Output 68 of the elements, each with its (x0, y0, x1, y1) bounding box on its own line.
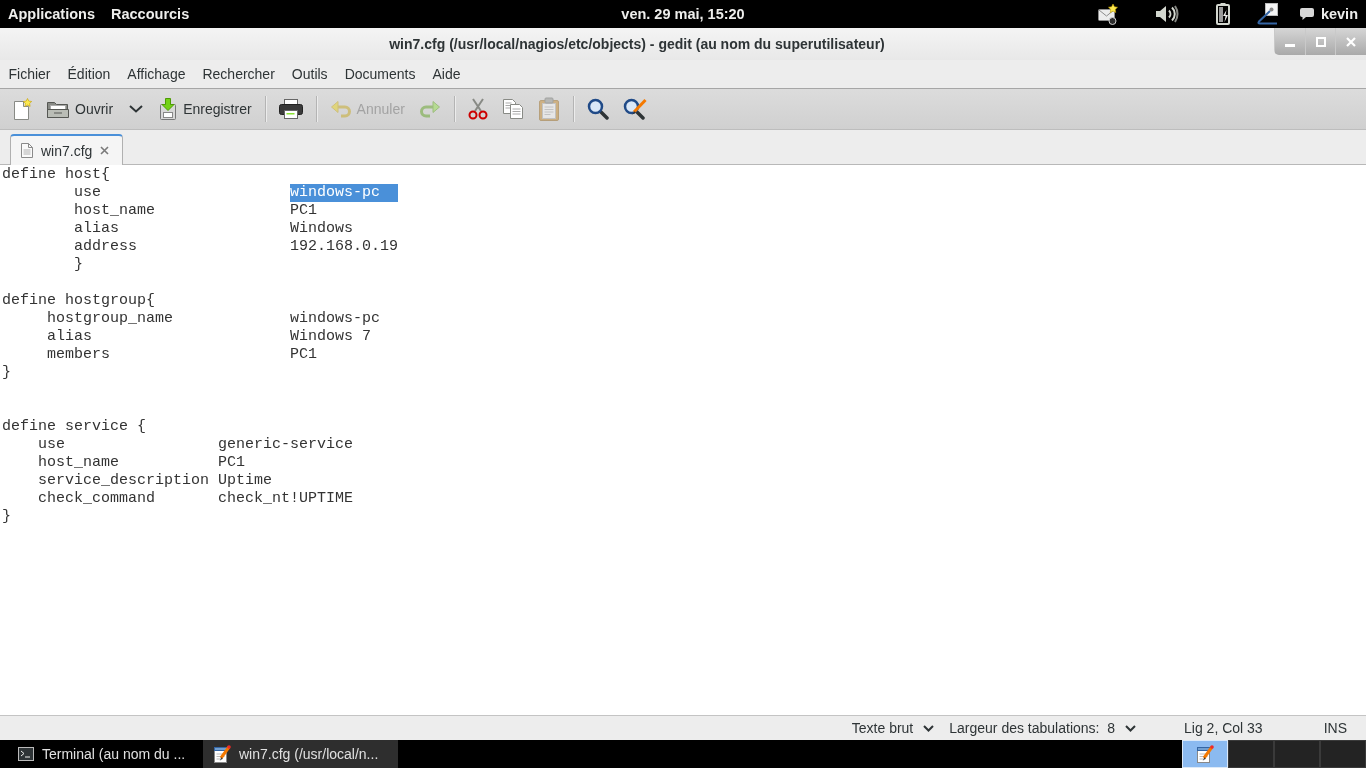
notepad-pencil-icon (1196, 745, 1214, 763)
terminal-icon (18, 747, 34, 761)
maximize-button[interactable] (1304, 28, 1336, 55)
folder-icon (46, 99, 70, 119)
tab-width-selector[interactable]: Largeur des tabulations: 8 (949, 720, 1137, 736)
code-line: define service { (2, 418, 147, 436)
menu-item[interactable]: Documents (336, 60, 424, 88)
language-selector[interactable]: Texte brut (851, 720, 935, 736)
code-line: } (2, 508, 11, 526)
window-title: win7.cfg (/usr/local/nagios/etc/objects) - gedit (au nom du superutilisateur) (389, 36, 885, 52)
cable-icon[interactable] (1255, 3, 1278, 25)
undo-icon (329, 100, 352, 118)
notepad-pencil-icon (213, 745, 231, 763)
user-menu[interactable]: kevin (1299, 4, 1358, 24)
menu-item[interactable]: Rechercher (193, 60, 284, 88)
file-tab[interactable]: win7.cfg (10, 134, 124, 165)
code-line: check_command check_nt!UPTIME (38, 490, 354, 508)
top-bar-menu[interactable]: Applications (8, 4, 95, 24)
save-button[interactable]: Enregistrer (151, 92, 259, 126)
menu-item[interactable]: Affichage (118, 60, 194, 88)
menu-item[interactable]: Aide (423, 60, 469, 88)
volume-icon[interactable] (1154, 5, 1179, 23)
copy-icon (501, 98, 524, 120)
cursor-position: Lig 2, Col 33 (1184, 720, 1263, 736)
code-line: hostgroup_name windows-pc (47, 310, 381, 328)
code-line: alias Windows (74, 220, 354, 238)
code-line: } (74, 256, 83, 274)
menu-item[interactable]: Outils (283, 60, 337, 88)
redo-icon (418, 100, 441, 118)
code-line: define host{ (2, 166, 111, 184)
clipboard-icon (537, 97, 560, 121)
save-icon (158, 98, 179, 120)
top-bar-menu[interactable]: Raccourcis (111, 4, 190, 24)
battery-icon[interactable] (1215, 3, 1230, 25)
code-line: use generic-service (38, 436, 354, 454)
clock[interactable]: ven. 29 mai, 15:20 (621, 4, 745, 24)
code-line: alias Windows 7 (47, 328, 372, 346)
magnifier-pencil-icon (622, 98, 647, 120)
document-icon (21, 143, 33, 158)
new-document-icon (12, 98, 32, 120)
code-line: host_name PC1 (38, 454, 246, 472)
open-button[interactable]: Ouvrir (39, 92, 121, 126)
code-line: service_description Uptime (38, 472, 273, 490)
caret-icon (923, 724, 935, 732)
caret-icon (129, 105, 144, 113)
envelope-icon[interactable] (1096, 3, 1119, 25)
code-line: host_name PC1 (74, 202, 318, 220)
code-line: address 192.168.0.19 (74, 238, 399, 256)
code-line: members PC1 (47, 346, 318, 364)
scissors-icon (467, 98, 488, 120)
code-line: use (74, 184, 101, 202)
code-line: } (2, 364, 11, 382)
taskbar-item[interactable]: Terminal (au nom du ... (8, 740, 203, 768)
close-button[interactable] (1335, 28, 1366, 55)
menu-item[interactable]: Fichier (0, 60, 59, 88)
selected-text: windows-pc (290, 184, 399, 202)
minimize-icon (1284, 44, 1295, 47)
caret-icon (1125, 724, 1137, 732)
close-icon[interactable] (100, 146, 110, 155)
code-line: define hostgroup{ (2, 292, 156, 310)
search-icon (586, 98, 609, 120)
printer-icon (278, 99, 303, 119)
taskbar-item[interactable]: win7.cfg (/usr/local/n... (203, 740, 398, 768)
insert-mode: INS (1323, 720, 1347, 736)
maximize-icon (1315, 36, 1326, 47)
close-icon (1346, 36, 1357, 47)
chat-bubble-icon (1299, 8, 1314, 20)
menu-item[interactable]: Édition (59, 60, 119, 88)
